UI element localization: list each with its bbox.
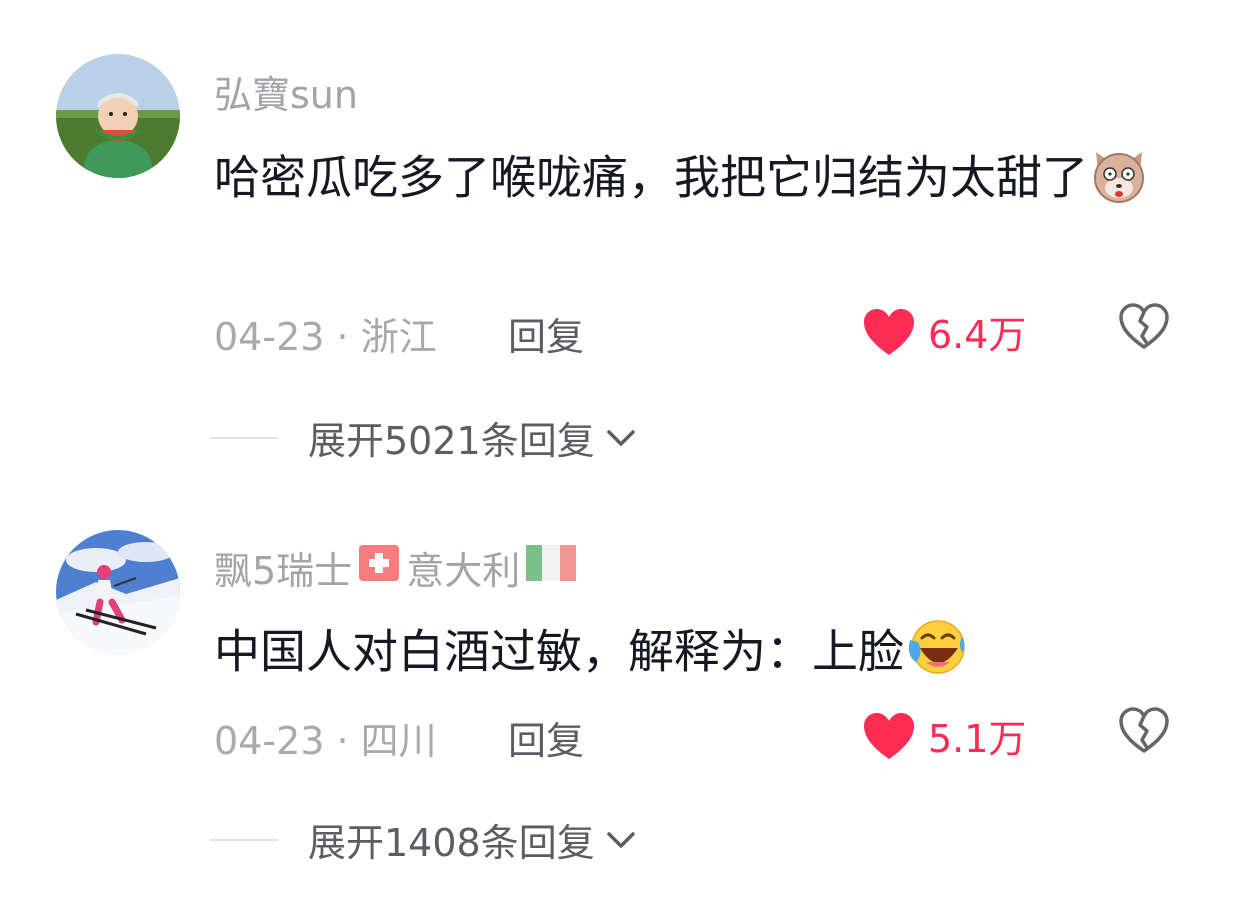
username-part2: 意大利 xyxy=(406,549,521,593)
divider-line xyxy=(210,838,278,841)
date-location: 04-23 · 浙江 xyxy=(214,315,437,359)
like-count: 6.4万 xyxy=(928,313,1027,357)
expand-replies-label: 展开5021条回复 xyxy=(308,419,595,463)
like-button[interactable]: 6.4万 xyxy=(862,304,1026,359)
broken-heart-icon xyxy=(1119,707,1169,753)
avatar[interactable] xyxy=(56,530,180,654)
heart-icon xyxy=(864,712,914,759)
laughing-tears-emoji xyxy=(904,616,968,694)
date-location: 04-23 · 四川 xyxy=(214,719,437,763)
italy-flag-icon xyxy=(524,543,578,592)
chevron-down-icon xyxy=(606,429,635,446)
like-count: 5.1万 xyxy=(928,717,1027,761)
reply-button[interactable]: 回复 xyxy=(508,306,584,361)
heart-icon xyxy=(864,308,914,355)
comment-body: 中国人对白酒过敏，解释为：上脸 xyxy=(214,624,904,679)
username[interactable]: 飘5瑞士 意大利 xyxy=(214,540,582,595)
comment-text: 中国人对白酒过敏，解释为：上脸 xyxy=(214,616,1174,694)
reply-button[interactable]: 回复 xyxy=(508,710,584,765)
comment-body: 哈密瓜吃多了喉咙痛，我把它归结为太甜了 xyxy=(214,150,1088,205)
expand-replies[interactable]: 展开1408条回复 xyxy=(210,812,641,867)
like-button[interactable]: 5.1万 xyxy=(862,708,1026,763)
chevron-down-icon xyxy=(606,831,635,848)
broken-heart-icon xyxy=(1119,303,1169,349)
comment-text: 哈密瓜吃多了喉咙痛，我把它归结为太甜了 xyxy=(214,142,1174,220)
username[interactable]: 弘寶sun xyxy=(214,64,358,119)
expand-replies[interactable]: 展开5021条回复 xyxy=(210,410,641,465)
switzerland-flag-icon xyxy=(356,543,402,592)
dog-face-emoji xyxy=(1088,142,1150,220)
divider-line xyxy=(210,436,278,439)
avatar[interactable] xyxy=(56,54,180,178)
username-part1: 飘5瑞士 xyxy=(214,549,353,593)
expand-replies-label: 展开1408条回复 xyxy=(308,821,595,865)
dislike-button[interactable] xyxy=(1118,706,1170,754)
dislike-button[interactable] xyxy=(1118,302,1170,350)
